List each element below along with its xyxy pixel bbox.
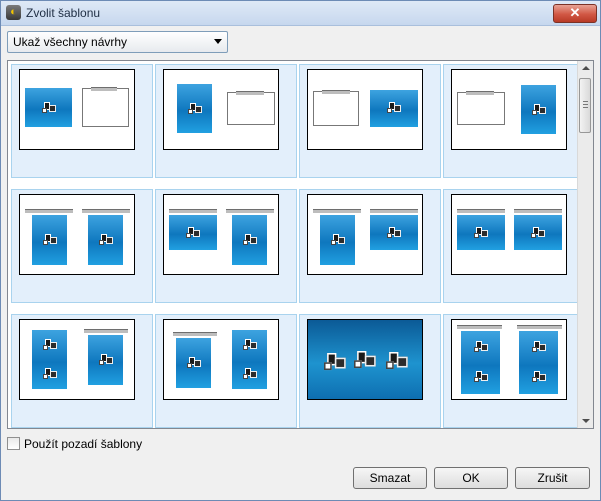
- scroll-up-arrow-icon[interactable]: [582, 66, 590, 70]
- template-thumbnail: [307, 69, 423, 150]
- template-thumbnail: [451, 194, 567, 275]
- template-thumbnail: [19, 319, 135, 400]
- template-thumbnail: [19, 194, 135, 275]
- template-thumbnail: [451, 69, 567, 150]
- template-thumbnail: [19, 69, 135, 150]
- close-button[interactable]: ✕: [553, 4, 597, 23]
- template-tile[interactable]: [155, 314, 297, 428]
- template-tile[interactable]: [443, 64, 585, 178]
- delete-button[interactable]: Smazat: [353, 467, 427, 489]
- template-thumbnail: [307, 194, 423, 275]
- template-tile[interactable]: [11, 189, 153, 303]
- choose-template-dialog: ◐ Zvolit šablonu ✕ Ukaž všechny návrhy P…: [0, 0, 601, 501]
- template-thumbnail: [163, 69, 279, 150]
- template-tile[interactable]: [11, 314, 153, 428]
- app-logo-icon: ◐: [6, 5, 21, 20]
- ok-button[interactable]: OK: [434, 467, 508, 489]
- use-template-background-checkbox[interactable]: [7, 437, 20, 450]
- window-title: Zvolit šablonu: [26, 6, 101, 20]
- template-tile[interactable]: [299, 314, 441, 428]
- template-tile[interactable]: [299, 64, 441, 178]
- template-tile[interactable]: [443, 189, 585, 303]
- gallery-scrollbar[interactable]: [577, 61, 593, 428]
- design-filter-value: Ukaž všechny návrhy: [13, 35, 128, 49]
- chevron-down-icon: [214, 39, 222, 44]
- cancel-button[interactable]: Zrušit: [515, 467, 590, 489]
- template-thumbnail: [163, 194, 279, 275]
- scrollbar-thumb[interactable]: [579, 78, 591, 133]
- template-thumbnail: [451, 319, 567, 400]
- template-thumbnail: [163, 319, 279, 400]
- template-tile[interactable]: [299, 189, 441, 303]
- template-tile[interactable]: [155, 189, 297, 303]
- design-filter-dropdown[interactable]: Ukaž všechny návrhy: [7, 31, 228, 53]
- template-thumbnail: [307, 319, 423, 400]
- template-tile[interactable]: [443, 314, 585, 428]
- template-gallery[interactable]: [7, 60, 594, 429]
- close-icon: ✕: [569, 5, 581, 20]
- template-tile[interactable]: [155, 64, 297, 178]
- template-tile[interactable]: [11, 64, 153, 178]
- use-template-background-label: Použít pozadí šablony: [24, 437, 143, 451]
- scroll-down-arrow-icon[interactable]: [582, 419, 590, 423]
- title-bar[interactable]: ◐ Zvolit šablonu ✕: [1, 1, 600, 26]
